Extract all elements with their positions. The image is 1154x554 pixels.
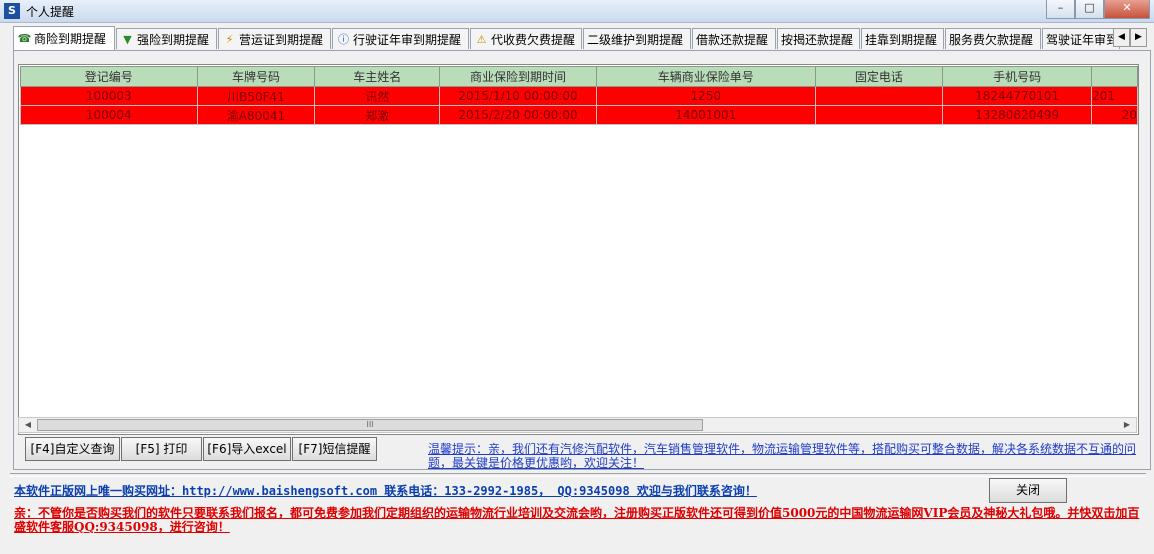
cell-more[interactable]: 201: [1091, 86, 1138, 106]
close-button[interactable]: 关闭: [989, 478, 1067, 503]
col-header-reg-no[interactable]: 登记编号: [20, 66, 198, 87]
scroll-left-icon[interactable]: ◀: [21, 419, 35, 431]
tab-loan-repayment[interactable]: 借款还款提醒: [692, 28, 776, 49]
tab-scroll: ◀ ▶: [1113, 28, 1147, 47]
tab-affiliation-expiry[interactable]: 挂靠到期提醒: [861, 28, 944, 49]
tab-label: 按揭还款提醒: [781, 32, 854, 47]
tab-label: 驾驶证年审到期提醒: [1046, 32, 1119, 47]
promo-link[interactable]: 亲：不管你是否购买我们的软件只要联系我们报名，都可免费参加我们定期组织的运输物流…: [14, 506, 1144, 534]
custom-query-button[interactable]: [F4]自定义查询: [25, 437, 120, 461]
cell-owner[interactable]: 讯然: [314, 86, 441, 106]
col-header-more[interactable]: [1091, 66, 1138, 87]
tab-scroll-left-icon[interactable]: ◀: [1113, 28, 1130, 47]
col-header-owner[interactable]: 车主姓名: [314, 66, 441, 87]
maximize-button[interactable]: □: [1075, 0, 1104, 19]
col-header-phone[interactable]: 固定电话: [814, 66, 944, 87]
cell-expiry[interactable]: 2015/2/20 00:00:00: [439, 105, 597, 125]
cell-mobile[interactable]: 13280820499: [942, 105, 1093, 125]
tab-scroll-right-icon[interactable]: ▶: [1130, 28, 1147, 47]
scroll-right-icon[interactable]: ▶: [1120, 419, 1134, 431]
minimize-button[interactable]: –: [1046, 0, 1075, 19]
cell-phone[interactable]: [814, 105, 944, 125]
reminder-grid[interactable]: 登记编号 车牌号码 车主姓名 商业保险到期时间 车辆商业保险单号 固定电话 手机…: [18, 64, 1139, 435]
tab-label: 商险到期提醒: [34, 32, 107, 46]
cell-policy-no[interactable]: 14001001: [595, 105, 816, 125]
tab-driving-license-review[interactable]: ⓘ 行驶证年审到期提醒: [332, 28, 469, 49]
col-header-mobile[interactable]: 手机号码: [942, 66, 1093, 87]
tab-fee-arrears[interactable]: ⚠ 代收费欠费提醒: [470, 28, 582, 49]
data-table: 登记编号 车牌号码 车主姓名 商业保险到期时间 车辆商业保险单号 固定电话 手机…: [20, 66, 1138, 125]
tip-link[interactable]: 温馨提示：亲，我们还有汽修汽配软件，汽车销售管理软件，物流运输管理软件等，搭配购…: [428, 442, 1136, 470]
divider: [10, 473, 1146, 477]
cell-owner[interactable]: 郑激: [314, 105, 441, 125]
tab-operating-permit[interactable]: ⚡ 营运证到期提醒: [218, 28, 331, 49]
cell-policy-no[interactable]: 1250: [595, 86, 816, 106]
info-icon: ⓘ: [338, 32, 349, 46]
tab-label: 挂靠到期提醒: [865, 32, 938, 47]
cell-expiry[interactable]: 2015/1/10 00:00:00: [439, 86, 597, 106]
close-window-button[interactable]: ✕: [1104, 0, 1150, 19]
table-row[interactable]: 100004 渝A80041 郑激 2015/2/20 00:00:00 140…: [20, 105, 1138, 125]
header-row: 登记编号 车牌号码 车主姓名 商业保险到期时间 车辆商业保险单号 固定电话 手机…: [20, 66, 1138, 87]
cell-plate[interactable]: 川B50F41: [196, 86, 316, 106]
tab-secondary-maintenance[interactable]: 二级维护到期提醒: [583, 28, 691, 49]
tab-label: 营运证到期提醒: [239, 32, 324, 47]
scroll-thumb[interactable]: III: [37, 419, 703, 431]
cell-mobile[interactable]: 18244770101: [942, 86, 1093, 106]
tab-compulsory-insurance[interactable]: ▼ 强险到期提醒: [116, 28, 217, 49]
col-header-policy-no[interactable]: 车辆商业保险单号: [595, 66, 816, 87]
tab-label: 强险到期提醒: [137, 32, 210, 47]
app-icon: S: [4, 3, 20, 19]
cell-phone[interactable]: [814, 86, 944, 106]
tab-label: 借款还款提醒: [696, 32, 769, 47]
phone-icon: ☎: [17, 32, 32, 45]
cell-more[interactable]: 20: [1091, 105, 1138, 125]
lightning-icon: ⚡: [225, 32, 234, 46]
print-button[interactable]: [F5] 打印: [121, 437, 202, 461]
col-header-plate[interactable]: 车牌号码: [196, 66, 316, 87]
cell-plate[interactable]: 渝A80041: [196, 105, 316, 125]
sms-reminder-button[interactable]: [F7]短信提醒: [292, 437, 377, 461]
tab-bar: ☎ 商险到期提醒 ▼ 强险到期提醒 ⚡ 营运证到期提醒 ⓘ 行驶证年审到期提醒 …: [13, 26, 1153, 50]
cell-reg-no[interactable]: 100003: [20, 86, 198, 106]
title-bar: S 个人提醒 – □ ✕: [0, 0, 1154, 23]
horizontal-scrollbar[interactable]: ◀ III ▶: [18, 417, 1137, 433]
table-row[interactable]: 100003 川B50F41 讯然 2015/1/10 00:00:00 125…: [20, 86, 1138, 106]
tab-label: 行驶证年审到期提醒: [353, 32, 462, 47]
tab-label: 服务费欠款提醒: [949, 32, 1034, 47]
tab-mortgage-repayment[interactable]: 按揭还款提醒: [777, 28, 860, 49]
tab-service-fee-arrears[interactable]: 服务费欠款提醒: [945, 28, 1041, 49]
down-arrow-icon: ▼: [123, 32, 132, 46]
tab-driver-license-review[interactable]: 驾驶证年审到期提醒: [1042, 28, 1120, 49]
window-controls: – □ ✕: [1046, 0, 1150, 19]
website-contact-link[interactable]: 本软件正版网上唯一购买网址：http://www.baishengsoft.co…: [14, 482, 757, 499]
export-excel-button[interactable]: [F6]导入excel: [203, 437, 291, 461]
tab-commercial-insurance[interactable]: ☎ 商险到期提醒: [13, 26, 115, 50]
col-header-expiry[interactable]: 商业保险到期时间: [439, 66, 597, 87]
tab-label: 二级维护到期提醒: [587, 32, 684, 47]
warning-icon: ⚠: [476, 32, 487, 46]
tab-label: 代收费欠费提醒: [491, 32, 576, 47]
window-title: 个人提醒: [26, 5, 75, 19]
cell-reg-no[interactable]: 100004: [20, 105, 198, 125]
